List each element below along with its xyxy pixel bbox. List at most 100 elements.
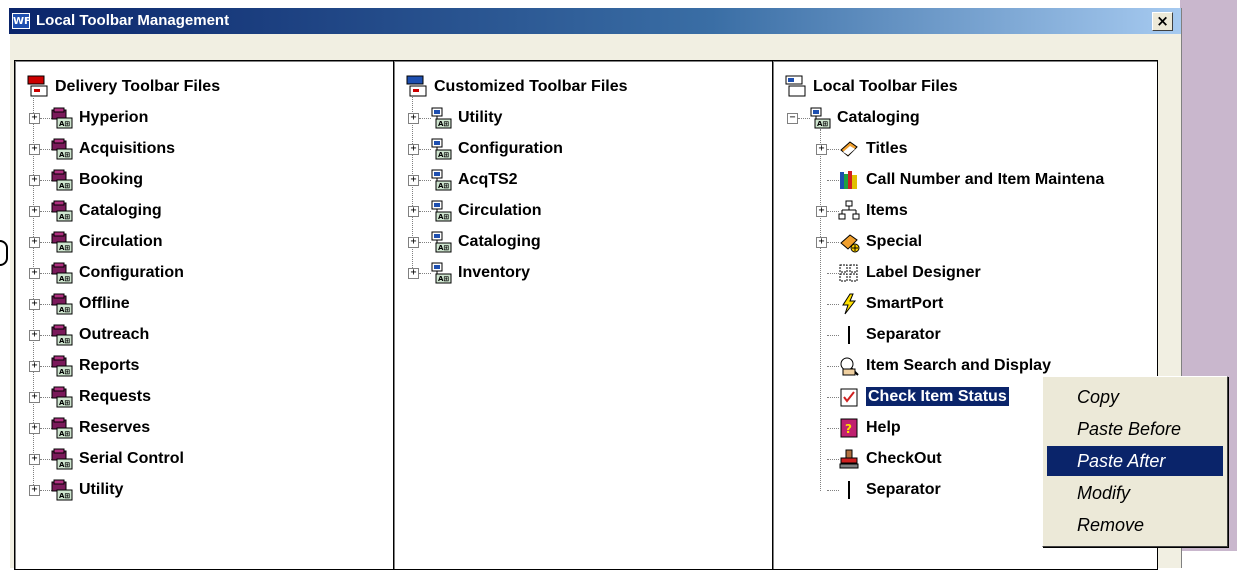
app-icon: WF <box>12 13 31 29</box>
tree-item-label: Outreach <box>79 326 150 343</box>
item-search-icon <box>838 355 860 377</box>
svg-text:A⊞: A⊞ <box>59 120 70 128</box>
tree-item-label: Label Designer <box>866 264 981 282</box>
svg-text:A⊞: A⊞ <box>59 213 70 221</box>
special-icon <box>838 231 860 253</box>
tree-item-label: SmartPort <box>866 295 943 313</box>
tree-item-label: Titles <box>866 140 908 158</box>
tree-item-label: Serial Control <box>79 450 184 467</box>
expand-icon[interactable]: + <box>408 175 419 186</box>
customized-toolbar-files-pane[interactable]: Customized Toolbar Files + A⊞ Utility + A⊞ Co… <box>393 60 775 570</box>
svg-text:A⊞: A⊞ <box>59 368 70 376</box>
expand-icon[interactable]: + <box>816 206 827 217</box>
tree-item-label: Special <box>866 233 922 251</box>
item-label-text: Help <box>866 419 901 436</box>
svg-text:A⊞: A⊞ <box>59 492 70 500</box>
toolbar-folder-icon: A⊞ <box>51 293 73 315</box>
menu-item-copy[interactable]: Copy <box>1047 382 1223 412</box>
svg-text:A⊞: A⊞ <box>438 275 449 283</box>
expand-icon[interactable]: + <box>29 268 40 279</box>
toolbar-folder-icon: A⊞ <box>51 355 73 377</box>
tree-connector <box>820 129 821 491</box>
expand-icon[interactable]: + <box>29 361 40 372</box>
menu-item-modify[interactable]: Modify <box>1047 478 1223 508</box>
tree-item-label: Utility <box>458 109 503 126</box>
context-menu: Copy Paste Before Paste After Modify Rem… <box>1042 376 1228 547</box>
menu-item-remove[interactable]: Remove <box>1047 510 1223 540</box>
tree-item-label: Cataloging <box>837 109 920 126</box>
expand-icon[interactable]: + <box>29 423 40 434</box>
tree-item-label: Help <box>866 419 901 437</box>
svg-text:A⊞: A⊞ <box>438 151 449 159</box>
expand-icon[interactable]: + <box>29 330 40 341</box>
toolbar-module-icon: A⊞ <box>430 231 452 253</box>
checkout-icon <box>838 448 860 470</box>
toolbar-folder-icon: A⊞ <box>51 386 73 408</box>
tree-item-label: Offline <box>79 295 130 312</box>
toolbar-folder-icon: A⊞ <box>51 417 73 439</box>
expand-icon[interactable]: + <box>29 485 40 496</box>
tree-item-label: Reports <box>79 357 140 374</box>
toolbar-module-icon: A⊞ <box>430 169 452 191</box>
tree-item-label: Check Item Status <box>866 387 1009 406</box>
tree-item-label: Reserves <box>79 419 151 436</box>
tree-item-label: Items <box>866 202 908 220</box>
expand-icon[interactable]: + <box>29 113 40 124</box>
toolbar-module-icon: A⊞ <box>430 200 452 222</box>
local-toolbar-management-window: WF Local Toolbar Management × Delivery T… <box>9 8 1181 570</box>
item-label-text: Titles <box>866 140 908 157</box>
item-label-text: Item Search and Display <box>866 357 1051 374</box>
expand-icon[interactable]: + <box>29 237 40 248</box>
expand-icon[interactable]: + <box>408 237 419 248</box>
svg-text:A⊞: A⊞ <box>59 244 70 252</box>
expand-icon[interactable]: + <box>408 144 419 155</box>
menu-item-label: Paste After <box>1077 451 1166 471</box>
delivery-toolbar-files-pane[interactable]: Delivery Toolbar Files + A⊞ Hyperion + A⊞ Acq… <box>14 60 396 570</box>
tree-item-label: Separator <box>866 481 941 499</box>
toolbar-module-icon: A⊞ <box>430 262 452 284</box>
close-button[interactable]: × <box>1152 12 1173 31</box>
svg-text:A⊞: A⊞ <box>438 244 449 252</box>
menu-item-paste-after[interactable]: Paste After <box>1047 446 1223 476</box>
expand-icon[interactable]: + <box>408 113 419 124</box>
separator-icon <box>838 324 860 346</box>
svg-text:A⊞: A⊞ <box>438 120 449 128</box>
separator-icon <box>838 479 860 501</box>
expand-icon[interactable]: + <box>29 206 40 217</box>
pane-title: Local Toolbar Files <box>813 78 958 95</box>
toolbar-files-root-icon <box>27 75 48 97</box>
expand-icon[interactable]: + <box>816 237 827 248</box>
expand-icon[interactable]: + <box>29 175 40 186</box>
svg-text:A⊞: A⊞ <box>59 399 70 407</box>
expand-icon[interactable]: + <box>29 454 40 465</box>
svg-text:A⊞: A⊞ <box>59 275 70 283</box>
tree-item-label: Inventory <box>458 264 531 281</box>
expand-icon[interactable]: + <box>29 392 40 403</box>
expand-icon[interactable]: + <box>408 206 419 217</box>
desktop-fragment <box>0 240 8 266</box>
expand-icon[interactable]: + <box>408 268 419 279</box>
menu-item-label: Copy <box>1077 387 1120 407</box>
toolbar-folder-icon: A⊞ <box>51 231 73 253</box>
svg-text:A⊞: A⊞ <box>59 337 70 345</box>
collapse-icon[interactable]: − <box>787 113 798 124</box>
tree-item-label: Configuration <box>458 140 563 157</box>
tree-item-label: Configuration <box>79 264 184 281</box>
item-label-text: Special <box>866 233 923 250</box>
menu-item-paste-before[interactable]: Paste Before <box>1047 414 1223 444</box>
titles-icon <box>838 138 860 160</box>
item-label-text: Call Number and Item Maintena <box>866 171 1105 188</box>
expand-icon[interactable]: + <box>29 144 40 155</box>
toolbar-folder-icon: A⊞ <box>51 262 73 284</box>
item-label-text: Label Designer <box>866 264 981 281</box>
tree-item-label: AcqTS2 <box>458 171 518 188</box>
menu-item-label: Remove <box>1077 515 1145 535</box>
expand-icon[interactable]: + <box>29 299 40 310</box>
selected-item-label: Check Item Status <box>866 387 1009 406</box>
tree-item-label: Circulation <box>79 233 163 250</box>
title-bar[interactable]: WF Local Toolbar Management × <box>9 8 1181 34</box>
tree-item-label: Booking <box>79 171 143 188</box>
tree-item-label: Cataloging <box>458 233 541 250</box>
expand-icon[interactable]: + <box>816 144 827 155</box>
tree-item-label: Item Search and Display <box>866 357 1051 375</box>
